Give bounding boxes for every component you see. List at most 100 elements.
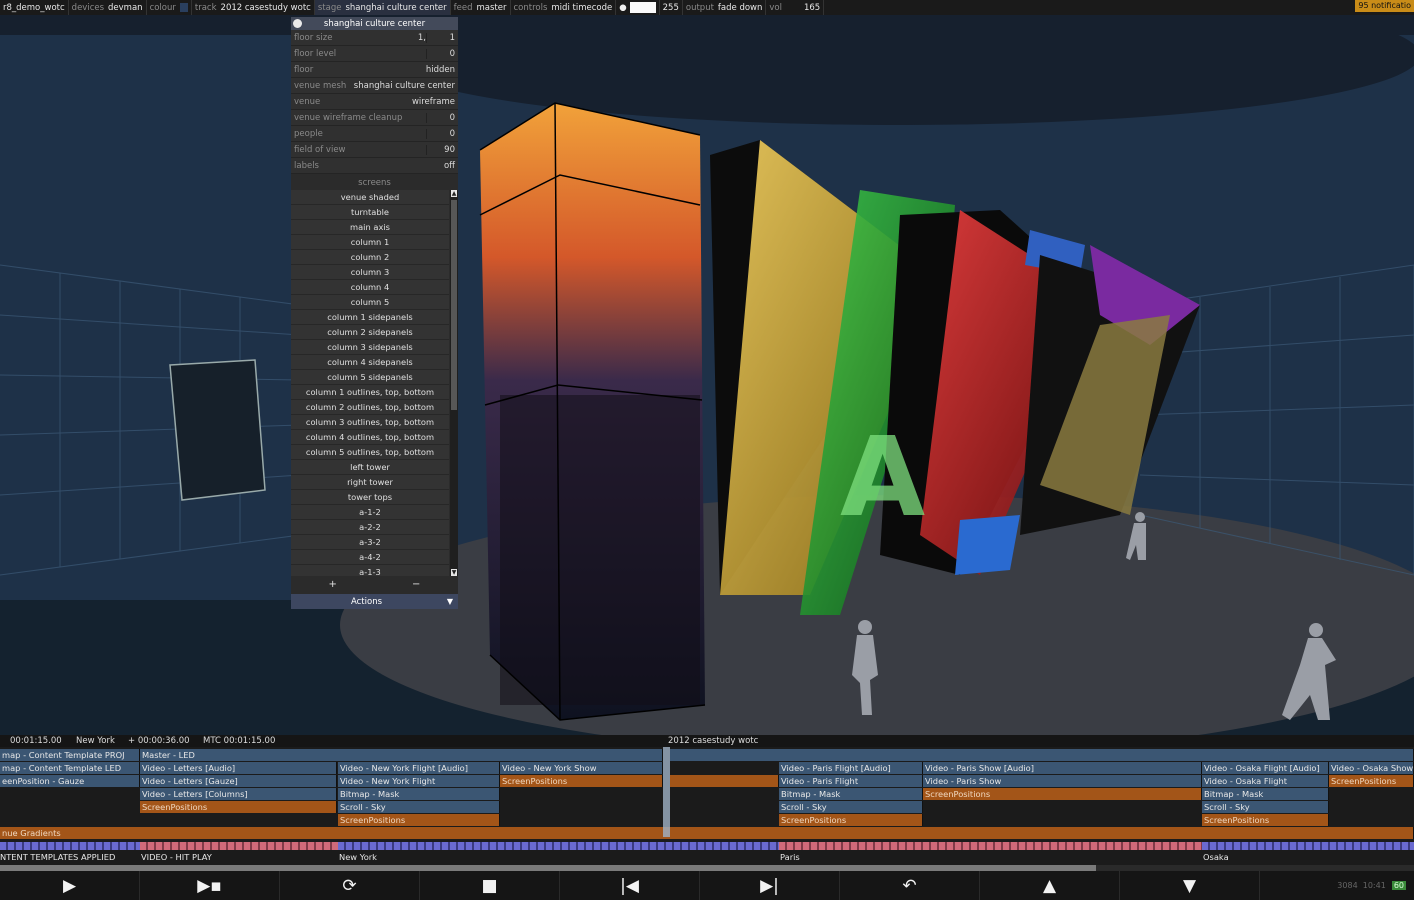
screen-item[interactable]: tower tops [291, 490, 449, 505]
timeline-clip[interactable]: nue Gradients [0, 827, 1414, 839]
screen-item[interactable]: column 2 sidepanels [291, 325, 449, 340]
timeline-clip[interactable]: Video - New York Flight [338, 775, 500, 787]
feed-selector[interactable]: feed master [451, 0, 511, 15]
cue-marker-strip[interactable] [338, 842, 779, 850]
scroll-up-icon[interactable]: ▲ [451, 190, 457, 197]
cue-marker-strip[interactable] [1202, 842, 1414, 850]
cue-marker-strip[interactable] [0, 842, 140, 850]
screen-item[interactable]: left tower [291, 460, 449, 475]
screen-item[interactable]: column 3 outlines, top, bottom [291, 415, 449, 430]
screen-item[interactable]: column 2 [291, 250, 449, 265]
timeline-clip[interactable] [670, 749, 1414, 761]
prop-venue-wireframe-cleanup[interactable]: venue wireframe cleanup 0 [291, 110, 458, 126]
previous-button[interactable]: |◀ [560, 871, 700, 900]
screen-item[interactable]: a-4-2 [291, 550, 449, 565]
timeline-clip[interactable]: Bitmap - Mask [338, 788, 500, 800]
timeline-clip[interactable]: Video - New York Flight [Audio] [338, 762, 500, 774]
timeline-clip[interactable]: ScreenPositions [1202, 814, 1329, 826]
screen-item[interactable]: a-1-3 [291, 565, 449, 576]
timeline-clip[interactable]: map - Content Template LED [0, 762, 140, 774]
timeline-clip[interactable]: ScreenPositions [923, 788, 1202, 800]
timeline-clip[interactable]: Scroll - Sky [1202, 801, 1329, 813]
timeline-clip[interactable]: Video - Osaka Show [1329, 762, 1414, 774]
screen-item[interactable]: a-3-2 [291, 535, 449, 550]
project-name[interactable]: r8_demo_wotc [0, 0, 69, 15]
cue-marker-strip[interactable] [779, 842, 1202, 850]
screen-item[interactable]: turntable [291, 205, 449, 220]
timeline-clip[interactable]: ScreenPositions [500, 775, 663, 787]
prop-floor-level[interactable]: floor level 0 [291, 46, 458, 62]
screen-item[interactable]: column 2 outlines, top, bottom [291, 400, 449, 415]
timeline-clip[interactable]: Video - Paris Show [Audio] [923, 762, 1202, 774]
screen-item[interactable]: column 3 sidepanels [291, 340, 449, 355]
prop-floor-size[interactable]: floor size 1, 1 [291, 30, 458, 46]
screen-item[interactable]: a-1-2 [291, 505, 449, 520]
play-step-button[interactable]: ▶▪ [140, 871, 280, 900]
timeline-clip[interactable]: Master - LED [140, 749, 663, 761]
timeline-clip[interactable]: Video - Osaka Flight [1202, 775, 1329, 787]
prop-labels[interactable]: labels off [291, 158, 458, 174]
up-button[interactable]: ▲ [980, 871, 1120, 900]
vol-control[interactable]: vol 165 [766, 0, 825, 15]
prop-floor[interactable]: floor hidden [291, 62, 458, 78]
timeline-clip[interactable]: Bitmap - Mask [1202, 788, 1329, 800]
scrollbar-thumb[interactable] [451, 200, 457, 410]
timeline-clip[interactable]: ScreenPositions [1329, 775, 1414, 787]
timeline-clip[interactable] [670, 775, 779, 787]
screen-item[interactable]: column 1 [291, 235, 449, 250]
playhead[interactable] [663, 747, 670, 837]
timeline-clip[interactable]: eenPosition - Gauze [0, 775, 140, 787]
screens-scrollbar[interactable]: ▲ ▼ [450, 190, 458, 576]
scroll-down-icon[interactable]: ▼ [451, 569, 457, 576]
add-screen-button[interactable]: + [291, 577, 375, 592]
timeline-clip[interactable]: Scroll - Sky [338, 801, 500, 813]
actions-dropdown[interactable]: Actions ▼ [291, 594, 458, 609]
timeline-clip[interactable]: Bitmap - Mask [779, 788, 923, 800]
next-button[interactable]: ▶| [700, 871, 840, 900]
3d-viewport[interactable]: A [0, 15, 1414, 735]
screen-item[interactable]: column 1 outlines, top, bottom [291, 385, 449, 400]
timeline[interactable]: map - Content Template PROJ Master - LED… [0, 747, 1414, 865]
stop-button[interactable]: ■ [420, 871, 560, 900]
light-control[interactable]: ● [616, 0, 660, 15]
timeline-clip[interactable]: Scroll - Sky [779, 801, 923, 813]
timeline-clip[interactable]: Video - Paris Flight [779, 775, 923, 787]
timeline-clip[interactable]: Video - Paris Flight [Audio] [779, 762, 923, 774]
screen-item[interactable]: column 5 outlines, top, bottom [291, 445, 449, 460]
play-button[interactable]: ▶ [0, 871, 140, 900]
output-selector[interactable]: output fade down [683, 0, 767, 15]
prop-venue[interactable]: venue wireframe [291, 94, 458, 110]
screen-item[interactable]: column 5 sidepanels [291, 370, 449, 385]
timeline-clip[interactable]: Video - Letters [Gauze] [140, 775, 337, 787]
timeline-clip[interactable]: ScreenPositions [779, 814, 923, 826]
prop-people[interactable]: people 0 [291, 126, 458, 142]
screen-item[interactable]: column 4 [291, 280, 449, 295]
cue-marker-strip[interactable] [140, 842, 338, 850]
screen-item[interactable]: column 1 sidepanels [291, 310, 449, 325]
controls-selector[interactable]: controls midi timecode [511, 0, 617, 15]
loop-button[interactable]: ⟳ [280, 871, 420, 900]
screen-item[interactable]: main axis [291, 220, 449, 235]
timeline-clip[interactable]: Video - Letters [Columns] [140, 788, 337, 800]
screen-item[interactable]: right tower [291, 475, 449, 490]
timeline-clip[interactable]: ScreenPositions [140, 801, 337, 813]
prop-field-of-view[interactable]: field of view 90 [291, 142, 458, 158]
screen-item[interactable]: venue shaded [291, 190, 449, 205]
timeline-clip[interactable]: ScreenPositions [338, 814, 500, 826]
prop-venue-mesh[interactable]: venue mesh shanghai culture center [291, 78, 458, 94]
timeline-clip[interactable]: Video - New York Show [500, 762, 663, 774]
track-selector[interactable]: track 2012 casestudy wotc [192, 0, 315, 15]
devices-selector[interactable]: devices devman [69, 0, 147, 15]
down-button[interactable]: ▼ [1120, 871, 1260, 900]
timeline-clip[interactable]: Video - Paris Show [923, 775, 1202, 787]
level-value[interactable]: 255 [660, 0, 683, 15]
remove-screen-button[interactable]: − [375, 577, 459, 592]
timeline-clip[interactable]: map - Content Template PROJ [0, 749, 140, 761]
screen-item[interactable]: column 4 outlines, top, bottom [291, 430, 449, 445]
notifications-badge[interactable]: 95 notificatio [1355, 0, 1414, 12]
stage-selector[interactable]: stage shanghai culture center [314, 0, 451, 15]
screen-item[interactable]: column 4 sidepanels [291, 355, 449, 370]
screen-item[interactable]: column 3 [291, 265, 449, 280]
screen-item[interactable]: a-2-2 [291, 520, 449, 535]
colour-selector[interactable]: colour [147, 0, 192, 15]
